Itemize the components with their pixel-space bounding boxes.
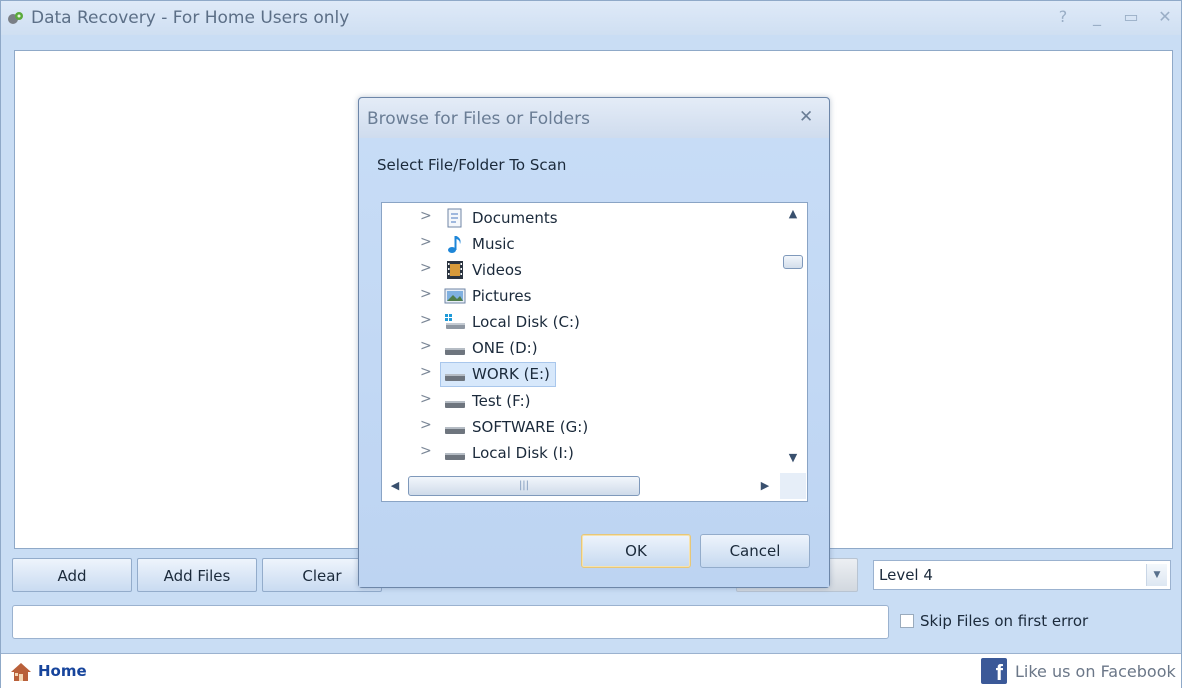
tree-item-pictures[interactable]: > Pictures <box>382 284 777 309</box>
videos-icon <box>447 261 463 279</box>
horizontal-scroll-thumb[interactable]: ||| <box>408 476 640 496</box>
chevron-right-icon[interactable]: > <box>420 417 432 433</box>
tree-item-label: Documents <box>472 209 558 227</box>
tree-item-local-disk-c[interactable]: > Local Disk (C:) <box>382 310 777 335</box>
vertical-scroll-thumb[interactable] <box>783 255 803 269</box>
path-input[interactable] <box>12 605 889 639</box>
tree-item-test-f[interactable]: > Test (F:) <box>382 389 777 414</box>
app-logo-icon <box>8 12 23 24</box>
footer-bar: Home f Like us on Facebook <box>1 653 1181 688</box>
tree-item-label: Music <box>472 235 515 253</box>
chevron-right-icon[interactable]: > <box>420 338 432 354</box>
drive-icon <box>445 348 465 355</box>
home-link[interactable]: Home <box>38 662 87 680</box>
chevron-right-icon[interactable]: > <box>420 312 432 328</box>
folder-tree[interactable]: > Documents > Music > Videos > Pictures … <box>381 202 808 502</box>
scroll-up-icon[interactable]: ▲ <box>784 205 802 223</box>
minimize-button[interactable]: _ <box>1085 6 1109 28</box>
tree-item-work-e[interactable]: > WORK (E:) <box>382 362 777 387</box>
tree-item-label: Test (F:) <box>472 392 531 410</box>
scan-level-value: Level 4 <box>879 566 933 584</box>
tree-item-label: ONE (D:) <box>472 339 538 357</box>
add-button[interactable]: Add <box>12 558 132 592</box>
chevron-right-icon[interactable]: > <box>420 364 432 380</box>
chevron-right-icon[interactable]: > <box>420 443 432 459</box>
tree-item-videos[interactable]: > Videos <box>382 258 777 283</box>
help-button[interactable]: ? <box>1051 6 1075 28</box>
chevron-right-icon[interactable]: > <box>420 391 432 407</box>
skip-files-label[interactable]: Skip Files on first error <box>920 612 1088 630</box>
scan-level-select[interactable]: Level 4 ▼ <box>873 560 1171 590</box>
dialog-body: Select File/Folder To Scan > Documents > <box>359 138 829 587</box>
tree-item-label: Videos <box>472 261 522 279</box>
chevron-right-icon[interactable]: > <box>420 208 432 224</box>
scroll-right-icon[interactable]: ▶ <box>756 477 774 495</box>
tree-item-local-disk-i[interactable]: > Local Disk (I:) <box>382 441 777 466</box>
chevron-right-icon[interactable]: > <box>420 234 432 250</box>
close-button[interactable]: ✕ <box>1153 6 1177 28</box>
home-icon[interactable] <box>10 661 32 683</box>
drive-icon <box>445 401 465 408</box>
title-bar[interactable]: Data Recovery - For Home Users only ? _ … <box>1 1 1181 35</box>
tree-item-label: Pictures <box>472 287 532 305</box>
cancel-button[interactable]: Cancel <box>700 534 810 568</box>
tree-item-music[interactable]: > Music <box>382 232 777 257</box>
tree-item-label: Local Disk (C:) <box>472 313 580 331</box>
maximize-button[interactable]: ▭ <box>1119 6 1143 28</box>
tree-item-documents[interactable]: > Documents <box>382 206 777 231</box>
scroll-corner <box>780 473 806 499</box>
tree-item-label: WORK (E:) <box>472 365 550 383</box>
skip-files-checkbox[interactable] <box>900 614 914 628</box>
dialog-title: Browse for Files or Folders <box>367 109 590 129</box>
tree-item-label: Local Disk (I:) <box>472 444 574 462</box>
music-icon <box>448 236 461 253</box>
dialog-prompt: Select File/Folder To Scan <box>377 156 567 174</box>
facebook-icon[interactable]: f <box>981 658 1007 684</box>
tree-item-software-g[interactable]: > SOFTWARE (G:) <box>382 415 777 440</box>
add-files-button[interactable]: Add Files <box>137 558 257 592</box>
pictures-icon <box>444 288 466 304</box>
ok-button[interactable]: OK <box>581 534 691 568</box>
tree-item-label: SOFTWARE (G:) <box>472 418 589 436</box>
app-window: Data Recovery - For Home Users only ? _ … <box>0 0 1182 688</box>
scroll-left-icon[interactable]: ◀ <box>386 477 404 495</box>
documents-icon <box>447 208 462 228</box>
scroll-down-icon[interactable]: ▼ <box>784 449 802 467</box>
chevron-down-icon[interactable]: ▼ <box>1146 564 1167 586</box>
facebook-link[interactable]: Like us on Facebook <box>1015 662 1176 681</box>
drive-icon <box>445 374 465 381</box>
browse-dialog: Browse for Files or Folders ✕ Select Fil… <box>358 97 830 588</box>
tree-item-one-d[interactable]: > ONE (D:) <box>382 336 777 361</box>
dialog-title-bar[interactable]: Browse for Files or Folders ✕ <box>359 98 829 138</box>
drive-icon <box>445 427 465 434</box>
drive-icon <box>445 453 465 460</box>
dialog-close-icon[interactable]: ✕ <box>799 107 813 127</box>
system-drive-icon <box>445 314 465 329</box>
window-title: Data Recovery - For Home Users only <box>31 8 350 28</box>
vertical-scrollbar[interactable]: ▲ ▼ <box>780 203 806 473</box>
chevron-right-icon[interactable]: > <box>420 260 432 276</box>
horizontal-scrollbar[interactable]: ◀ ||| ▶ <box>382 473 780 499</box>
chevron-right-icon[interactable]: > <box>420 286 432 302</box>
